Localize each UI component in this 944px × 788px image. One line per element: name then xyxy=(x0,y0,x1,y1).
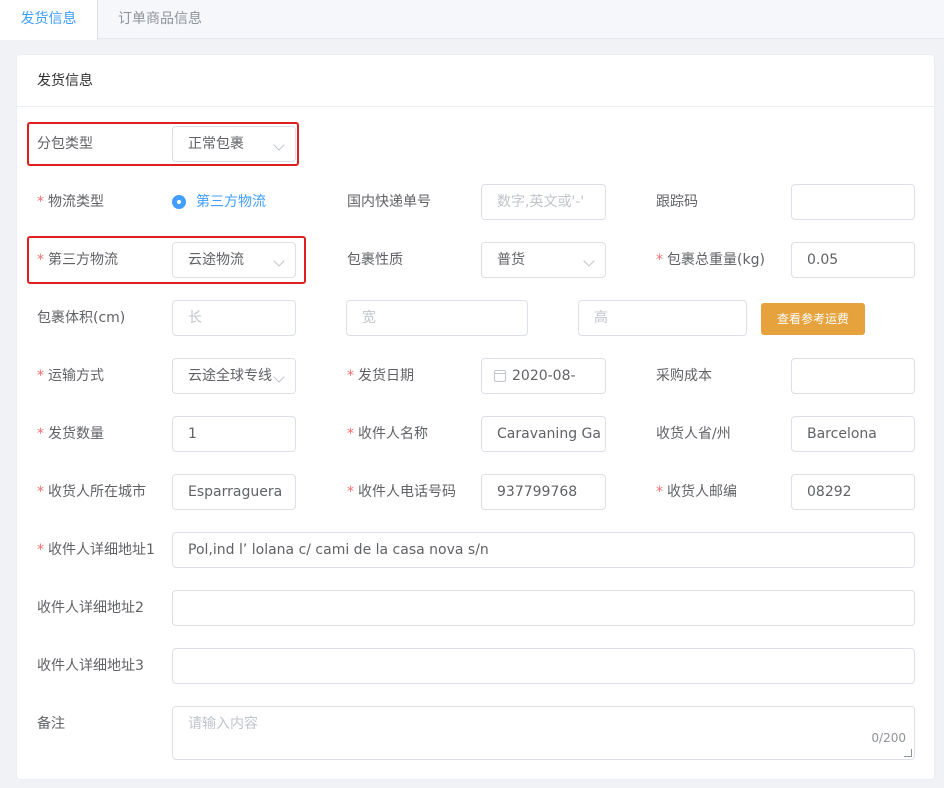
address1-input[interactable]: Pol,ind l’ lolana c/ cami de la casa nov… xyxy=(172,532,915,568)
package-nature-label: 包裹性质 xyxy=(347,252,403,268)
third-party-label: * 第三方物流 xyxy=(37,252,118,268)
address3-label: 收件人详细地址3 xyxy=(37,658,144,674)
package-nature-select[interactable]: 普货 xyxy=(481,242,606,278)
chevron-down-icon xyxy=(273,255,285,267)
address3-input[interactable] xyxy=(172,648,915,684)
domestic-tracking-label: 国内快递单号 xyxy=(347,194,431,210)
total-weight-label: * 包裹总重量(kg) xyxy=(656,252,765,268)
chevron-down-icon xyxy=(273,139,285,151)
address2-input[interactable] xyxy=(172,590,915,626)
recipient-zip-input[interactable]: 08292 xyxy=(791,474,915,510)
shipping-card: 发货信息 分包类型 正常包裹 * 物流类型 第三方物流 国内快递单号 数字,英文或… xyxy=(16,54,935,780)
card-title: 发货信息 xyxy=(17,55,934,107)
recipient-name-label: * 收件人名称 xyxy=(347,426,428,442)
resize-handle-icon[interactable] xyxy=(904,749,912,757)
volume-label: 包裹体积(cm) xyxy=(37,310,126,326)
total-weight-input[interactable]: 0.05 xyxy=(791,242,915,278)
package-type-select[interactable]: 正常包裹 xyxy=(172,126,296,162)
radio-third-party-label[interactable]: 第三方物流 xyxy=(196,184,266,220)
calendar-icon xyxy=(494,370,506,382)
tracking-code-input[interactable] xyxy=(791,184,915,220)
logistics-type-label: * 物流类型 xyxy=(37,194,104,210)
tab-bar: 发货信息 订单商品信息 xyxy=(0,0,944,40)
address1-label: * 收件人详细地址1 xyxy=(37,542,155,558)
tracking-code-label: 跟踪码 xyxy=(656,194,698,210)
tab-shipping-info[interactable]: 发货信息 xyxy=(0,0,98,40)
length-input[interactable]: 长 xyxy=(172,300,296,336)
purchase-cost-input[interactable] xyxy=(791,358,915,394)
ship-date-picker[interactable]: 2020-08- xyxy=(481,358,606,394)
radio-checked-icon[interactable] xyxy=(172,195,186,209)
recipient-zip-label: * 收货人邮编 xyxy=(656,484,737,500)
recipient-city-input[interactable]: Esparraguera xyxy=(172,474,296,510)
recipient-name-input[interactable]: Caravaning Ga xyxy=(481,416,606,452)
address2-label: 收件人详细地址2 xyxy=(37,600,144,616)
char-counter: 0/200 xyxy=(871,731,906,745)
third-party-select[interactable]: 云途物流 xyxy=(172,242,296,278)
recipient-state-input[interactable]: Barcelona xyxy=(791,416,915,452)
package-type-label: 分包类型 xyxy=(37,136,93,152)
chevron-down-icon xyxy=(583,255,595,267)
recipient-city-label: * 收货人所在城市 xyxy=(37,484,146,500)
recipient-state-label: 收货人省/州 xyxy=(656,426,731,442)
domestic-tracking-input[interactable]: 数字,英文或'-' xyxy=(481,184,606,220)
recipient-phone-input[interactable]: 937799768 xyxy=(481,474,606,510)
remark-placeholder: 请输入内容 xyxy=(188,716,258,732)
ship-qty-input[interactable]: 1 xyxy=(172,416,296,452)
shipping-method-select[interactable]: 云途全球专线 xyxy=(172,358,296,394)
purchase-cost-label: 采购成本 xyxy=(656,368,712,384)
recipient-phone-label: * 收件人电话号码 xyxy=(347,484,456,500)
chevron-down-icon xyxy=(273,371,285,383)
remark-label: 备注 xyxy=(37,716,65,732)
height-input[interactable]: 高 xyxy=(578,300,747,336)
shipping-method-label: * 运输方式 xyxy=(37,368,104,384)
remark-textarea[interactable]: 请输入内容 0/200 xyxy=(172,706,915,760)
width-input[interactable]: 宽 xyxy=(346,300,528,336)
ship-date-label: * 发货日期 xyxy=(347,368,414,384)
view-freight-button[interactable]: 查看参考运费 xyxy=(761,303,865,335)
tab-order-items[interactable]: 订单商品信息 xyxy=(98,0,222,39)
ship-qty-label: * 发货数量 xyxy=(37,426,104,442)
